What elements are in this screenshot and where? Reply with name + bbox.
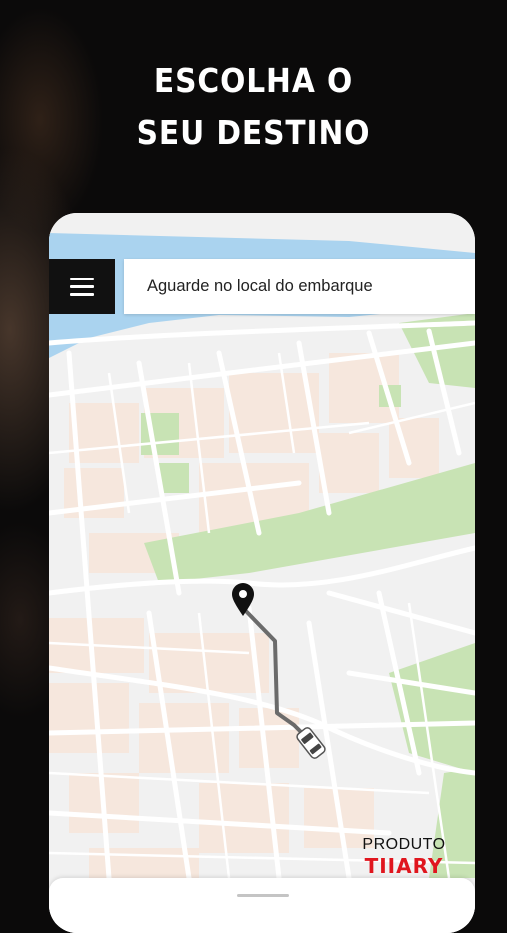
hamburger-menu-icon (70, 277, 94, 296)
menu-button[interactable] (49, 259, 115, 314)
promo-headline: ESCOLHA O SEU DESTINO (25, 55, 481, 159)
bottom-sheet[interactable] (49, 878, 475, 933)
status-bar[interactable]: Aguarde no local do embarque (124, 259, 475, 314)
brand-logo: PRODUTO TIIARY (354, 836, 454, 878)
brand-name: TIIARY (364, 854, 444, 878)
headline-line-2: SEU DESTINO (136, 113, 371, 152)
phone-screen: Aguarde no local do embarque (49, 213, 475, 933)
brand-produto-label: PRODUTO (362, 836, 446, 853)
status-text: Aguarde no local do embarque (147, 277, 373, 295)
drag-handle[interactable] (237, 894, 289, 897)
headline-line-1: ESCOLHA O (153, 61, 354, 100)
map-view[interactable] (49, 213, 475, 933)
